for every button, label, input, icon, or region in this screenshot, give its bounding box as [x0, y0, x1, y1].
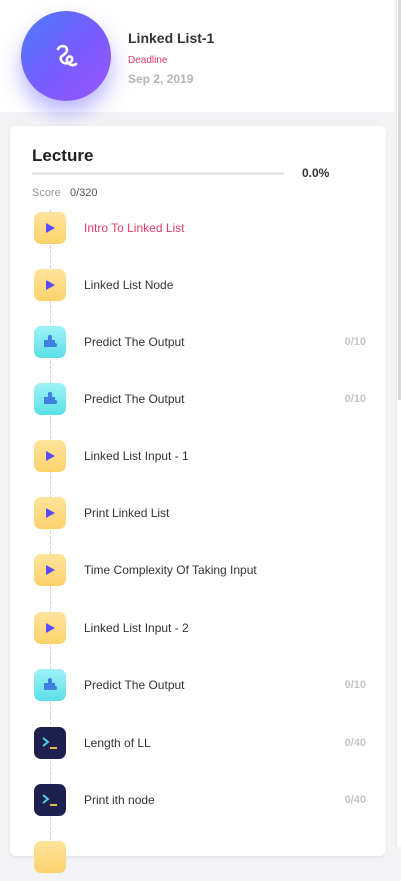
lecture-item[interactable]: Predict The Output 0/10	[10, 326, 386, 366]
lecture-item-label: Intro To Linked List	[84, 221, 185, 235]
lecture-item-label: Linked List Input - 1	[84, 449, 189, 463]
progress-bar	[32, 172, 284, 175]
lecture-item[interactable]: Time Complexity Of Taking Input	[10, 554, 386, 594]
lecture-item-score: 0/40	[344, 794, 366, 806]
play-icon	[34, 841, 66, 873]
play-icon	[34, 497, 66, 529]
lecture-item[interactable]: Predict The Output 0/10	[10, 669, 386, 709]
lecture-item[interactable]: Intro To Linked List	[10, 212, 386, 252]
lecture-item-label: Linked List Input - 2	[84, 621, 189, 635]
puzzle-icon	[34, 383, 66, 415]
course-header: Linked List-1 Deadline Sep 2, 2019	[0, 0, 394, 112]
lecture-item-label: Predict The Output	[84, 392, 185, 406]
play-icon	[34, 269, 66, 301]
lecture-item-score: 0/10	[344, 393, 366, 405]
lecture-item-label: Predict The Output	[84, 335, 185, 349]
linked-list-logo-icon	[21, 11, 111, 101]
lecture-item-label: Print Linked List	[84, 506, 170, 520]
lecture-item[interactable]	[10, 841, 386, 881]
play-icon	[34, 612, 66, 644]
lecture-item-label: Linked List Node	[84, 278, 174, 292]
puzzle-icon	[34, 669, 66, 701]
lecture-item-score: 0/10	[344, 336, 366, 348]
lecture-item-score: 0/10	[344, 679, 366, 691]
play-icon	[34, 554, 66, 586]
lecture-item[interactable]: Linked List Node	[10, 269, 386, 309]
lecture-item-label: Print ith node	[84, 793, 155, 807]
score-value: 0/320	[70, 187, 98, 199]
page-scrollbar[interactable]	[396, 0, 401, 847]
lecture-item-label: Predict The Output	[84, 678, 185, 692]
progress-percent: 0.0%	[302, 166, 330, 180]
score-label: Score	[32, 187, 61, 199]
lecture-item-score: 0/40	[344, 737, 366, 749]
lecture-card: Lecture 0.0% Score 0/320 Intro To Linked…	[10, 126, 386, 873]
play-icon	[34, 212, 66, 244]
lecture-item-label: Length of LL	[84, 736, 151, 750]
terminal-icon	[34, 727, 66, 759]
terminal-icon	[34, 784, 66, 816]
deadline-date: Sep 2, 2019	[128, 72, 194, 86]
lecture-item[interactable]: Predict The Output 0/10	[10, 383, 386, 423]
lecture-item[interactable]: Length of LL 0/40	[10, 727, 386, 767]
puzzle-icon	[34, 326, 66, 358]
course-title: Linked List-1	[128, 30, 215, 46]
lecture-item-label: Time Complexity Of Taking Input	[84, 563, 257, 577]
lecture-item[interactable]: Linked List Input - 2	[10, 612, 386, 652]
play-icon	[34, 440, 66, 472]
lecture-item[interactable]: Linked List Input - 1	[10, 440, 386, 480]
lecture-item[interactable]: Print ith node 0/40	[10, 784, 386, 824]
lecture-item[interactable]: Print Linked List	[10, 497, 386, 537]
lecture-title: Lecture	[32, 146, 94, 165]
deadline-label: Deadline	[128, 55, 168, 66]
